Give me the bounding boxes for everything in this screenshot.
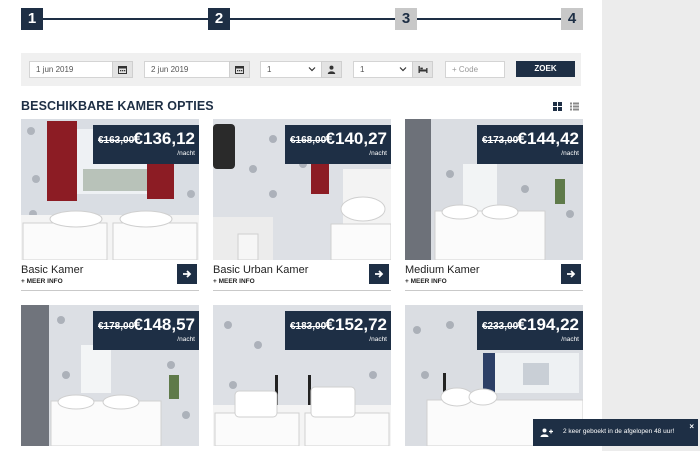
step-1[interactable]: 1 — [21, 8, 43, 30]
select-room-button[interactable] — [561, 264, 581, 284]
old-price: €173,00 — [482, 135, 519, 146]
room-card[interactable]: €173,00 €144,42 /nacht Medium Kamer + ME… — [405, 119, 583, 291]
checkin-calendar-button[interactable] — [112, 61, 133, 78]
room-name[interactable]: Medium Kamer — [405, 264, 480, 276]
select-room-button[interactable] — [177, 264, 197, 284]
list-view-icon — [569, 102, 579, 111]
booking-notification: 2 keer geboekt in de afgelopen 48 uur! × — [533, 419, 698, 446]
discounted-price: €152,72 — [325, 315, 387, 334]
arrow-right-icon — [375, 270, 384, 278]
checkin-date-field[interactable]: 1 jun 2019 — [29, 61, 113, 78]
person-icon — [327, 65, 336, 74]
bed-icon — [418, 66, 427, 73]
checkout-date-field[interactable]: 2 jun 2019 — [144, 61, 230, 78]
guests-icon-box — [321, 61, 342, 78]
grid-view-icon — [552, 102, 562, 111]
price-unit: /nacht — [369, 150, 387, 157]
page-title: BESCHIKBARE KAMER OPTIES — [21, 99, 214, 113]
old-price: €233,00 — [482, 321, 519, 332]
discounted-price: €140,27 — [325, 129, 387, 148]
arrow-right-icon — [567, 270, 576, 278]
price-unit: /nacht — [561, 150, 579, 157]
more-info-link[interactable]: + MEER INFO — [213, 278, 255, 285]
discounted-price: €148,57 — [133, 315, 195, 334]
card-divider — [21, 290, 199, 291]
step-4: 4 — [561, 8, 583, 30]
step-3: 3 — [395, 8, 417, 30]
users-icon — [540, 428, 553, 437]
booking-stepper: 1 2 3 4 — [21, 8, 583, 30]
price-unit: /nacht — [177, 336, 195, 343]
rooms-icon-box — [412, 61, 433, 78]
select-room-button[interactable] — [369, 264, 389, 284]
notification-text: 2 keer geboekt in de afgelopen 48 uur! — [563, 428, 675, 435]
close-icon[interactable]: × — [689, 422, 694, 431]
old-price: €183,00 — [290, 321, 327, 332]
checkout-calendar-button[interactable] — [229, 61, 250, 78]
rooms-select[interactable]: 1 — [353, 61, 413, 78]
room-card[interactable]: €178,00 €148,57 /nacht — [21, 305, 199, 451]
discounted-price: €144,42 — [517, 129, 579, 148]
room-card[interactable]: €183,00 €152,72 /nacht — [213, 305, 391, 451]
card-divider — [405, 290, 583, 291]
promo-code-input[interactable]: + Code — [445, 61, 505, 78]
more-info-link[interactable]: + MEER INFO — [405, 278, 447, 285]
room-photo[interactable]: €178,00 €148,57 /nacht — [21, 305, 199, 446]
search-button[interactable]: ZOEK — [516, 61, 575, 77]
more-info-link[interactable]: + MEER INFO — [21, 278, 63, 285]
arrow-right-icon — [183, 270, 192, 278]
old-price: €178,00 — [98, 321, 135, 332]
room-card[interactable]: €168,00 €140,27 /nacht Basic Urban Kamer… — [213, 119, 391, 291]
price-unit: /nacht — [369, 336, 387, 343]
chevron-down-icon — [399, 67, 407, 72]
price-tag: €183,00 €152,72 /nacht — [285, 311, 391, 350]
chevron-down-icon — [308, 67, 316, 72]
grid-view-toggle[interactable] — [551, 101, 563, 112]
price-unit: /nacht — [177, 150, 195, 157]
step-2[interactable]: 2 — [208, 8, 230, 30]
room-name[interactable]: Basic Kamer — [21, 264, 83, 276]
room-name[interactable]: Basic Urban Kamer — [213, 264, 308, 276]
list-view-toggle[interactable] — [568, 101, 580, 112]
room-photo[interactable]: €183,00 €152,72 /nacht — [213, 305, 391, 446]
price-tag: €173,00 €144,42 /nacht — [477, 125, 583, 164]
guests-select[interactable]: 1 — [260, 61, 322, 78]
price-tag: €233,00 €194,22 /nacht — [477, 311, 583, 350]
step-connector — [417, 18, 561, 20]
room-photo[interactable]: €168,00 €140,27 /nacht — [213, 119, 391, 260]
price-unit: /nacht — [561, 336, 579, 343]
room-photo[interactable]: €163,00 €136,12 /nacht — [21, 119, 199, 260]
price-tag: €163,00 €136,12 /nacht — [93, 125, 199, 164]
discounted-price: €136,12 — [133, 129, 195, 148]
room-card[interactable]: €163,00 €136,12 /nacht Basic Kamer + MEE… — [21, 119, 199, 291]
price-tag: €168,00 €140,27 /nacht — [285, 125, 391, 164]
price-tag: €178,00 €148,57 /nacht — [93, 311, 199, 350]
discounted-price: €194,22 — [517, 315, 579, 334]
search-bar: 1 jun 2019 2 jun 2019 1 1 + Code ZOEK — [21, 53, 581, 86]
calendar-icon — [118, 66, 127, 74]
old-price: €168,00 — [290, 135, 327, 146]
calendar-icon — [235, 66, 244, 74]
step-connector — [230, 18, 395, 20]
step-connector — [43, 18, 208, 20]
booking-page: 1 2 3 4 1 jun 2019 2 jun 2019 1 1 + Code… — [0, 0, 602, 451]
room-photo[interactable]: €173,00 €144,42 /nacht — [405, 119, 583, 260]
old-price: €163,00 — [98, 135, 135, 146]
card-divider — [213, 290, 391, 291]
